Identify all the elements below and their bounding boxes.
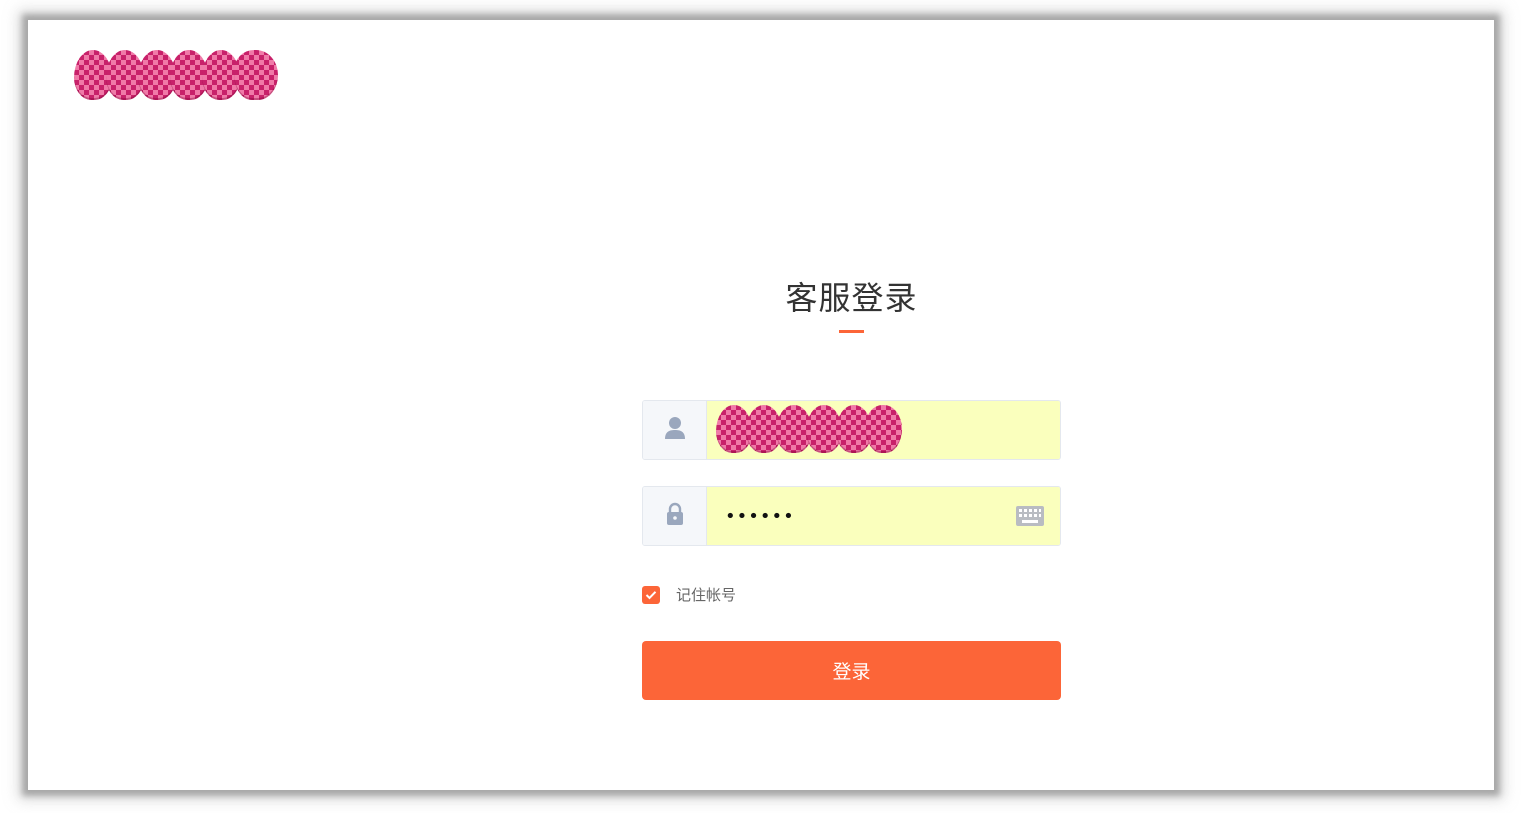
password-addon (643, 487, 707, 545)
login-form: 客服登录 •••••• 记住帐号 登录 (642, 260, 1061, 700)
checkmark-icon (645, 590, 657, 599)
lock-icon (666, 502, 684, 530)
username-value-redacted (716, 405, 902, 453)
user-icon (664, 416, 686, 444)
remember-account[interactable]: 记住帐号 (642, 584, 736, 605)
redaction-mark (234, 50, 278, 100)
login-button[interactable]: 登录 (642, 641, 1061, 700)
password-field[interactable]: •••••• (642, 486, 1061, 546)
username-addon (643, 401, 707, 459)
username-field[interactable] (642, 400, 1061, 460)
remember-label: 记住帐号 (676, 586, 737, 604)
screen: 客服登录 •••••• 记住帐号 登录 (0, 0, 1523, 813)
page-title: 客服登录 (785, 279, 918, 317)
password-masked-value: •••••• (725, 506, 795, 527)
password-input[interactable]: •••••• (707, 487, 1060, 545)
brand-logo-redacted (74, 50, 278, 100)
title-underline (839, 330, 864, 333)
keyboard-icon[interactable] (1016, 506, 1044, 530)
username-input[interactable] (707, 401, 1060, 459)
remember-checkbox[interactable] (642, 585, 660, 604)
redaction-mark (866, 405, 902, 453)
